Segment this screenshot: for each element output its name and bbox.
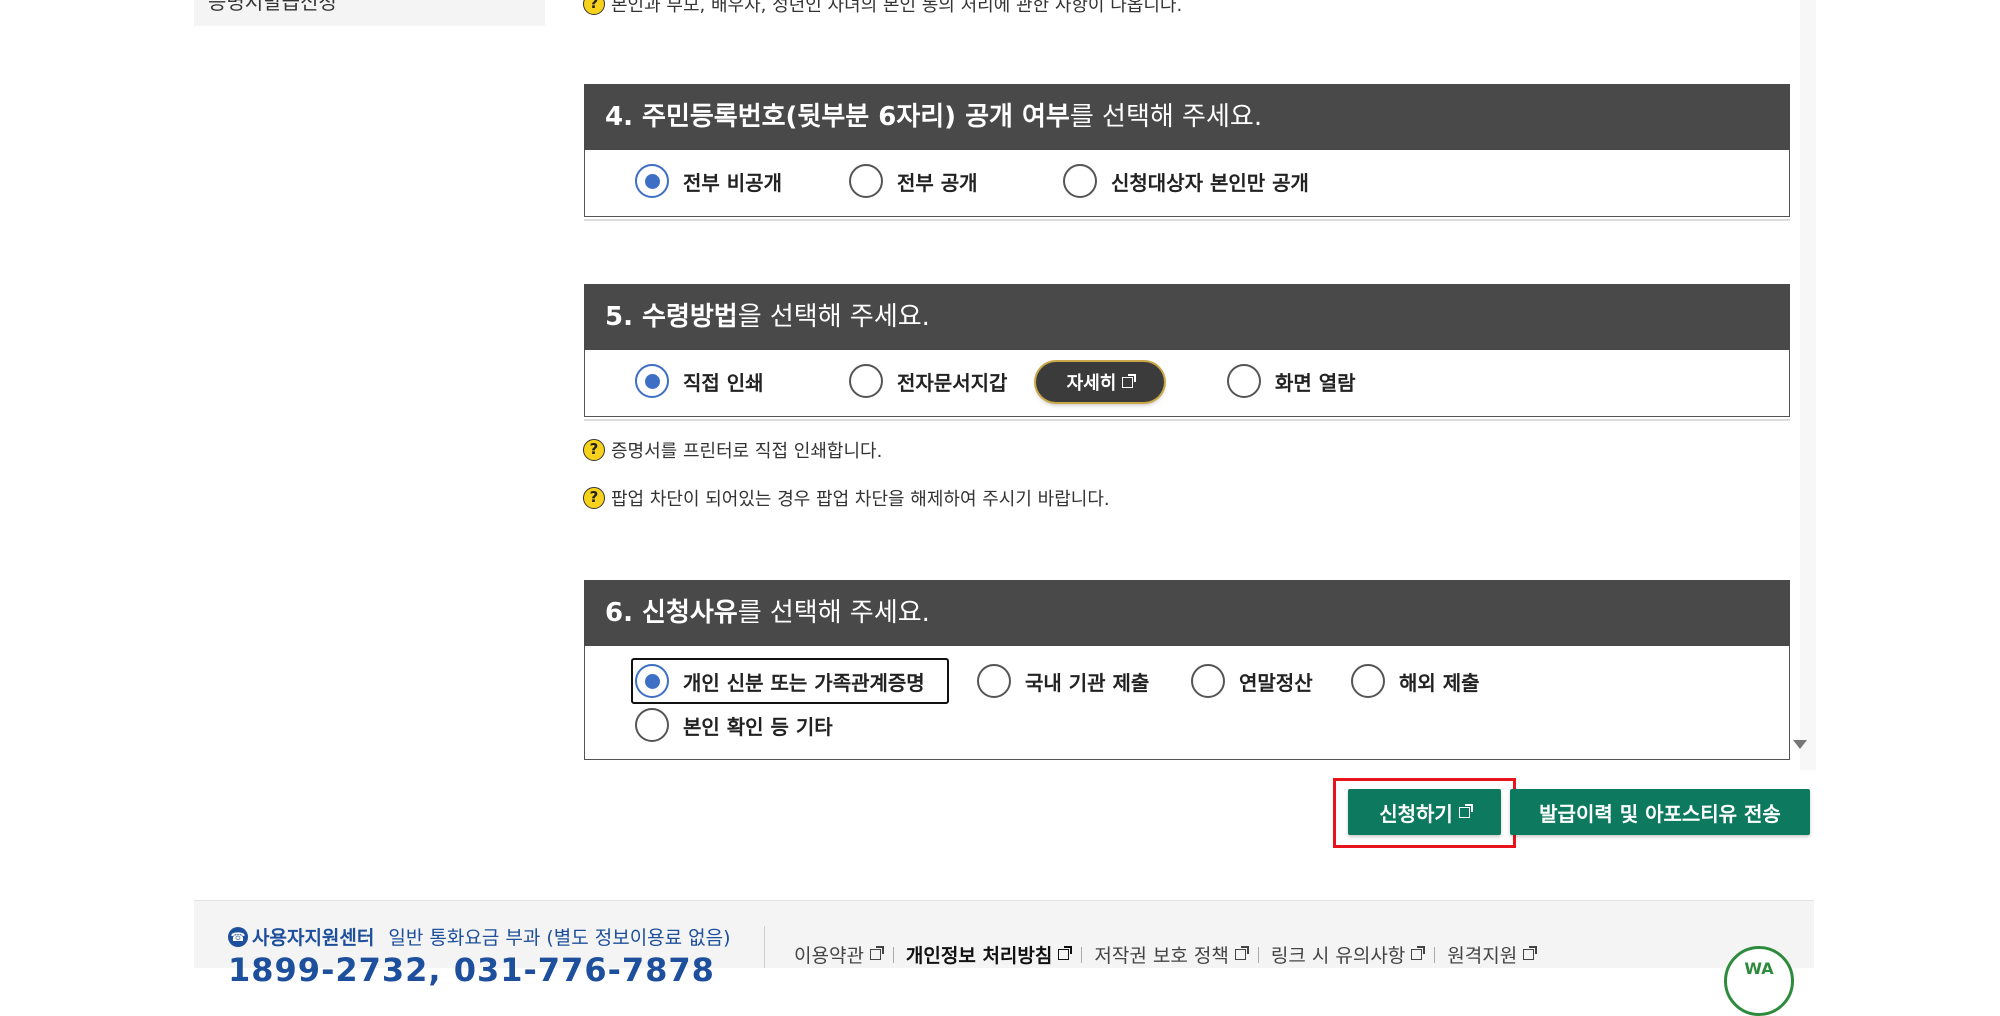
external-link-icon — [1523, 946, 1538, 960]
divider — [764, 926, 765, 968]
issuance-history-button[interactable]: 발급이력 및 아포스티유 전송 — [1510, 789, 1810, 835]
radio-e-wallet[interactable]: 전자문서지갑 — [849, 364, 1007, 398]
radio-domestic-submission[interactable]: 국내 기관 제출 — [977, 664, 1149, 698]
apply-button[interactable]: 신청하기 — [1348, 789, 1501, 835]
link-notice-link[interactable]: 링크 시 유의사항 — [1271, 941, 1426, 968]
external-link-icon — [1122, 373, 1137, 388]
copyright-policy-link[interactable]: 저작권 보호 정책 — [1094, 941, 1249, 968]
help-note: ? 팝업 차단이 되어있는 경우 팝업 차단을 해제하여 주시기 바랍니다. — [583, 485, 1110, 511]
remote-support-link[interactable]: 원격지원 — [1447, 941, 1538, 968]
support-phone-number: 1899-2732, 031-776-7878 — [228, 951, 715, 989]
radio-personal-identity[interactable]: 개인 신분 또는 가족관계증명 — [635, 664, 925, 698]
footer-links: 이용약관 개인정보 처리방침 저작권 보호 정책 링크 시 유의사항 원격지원 — [794, 941, 1538, 968]
section-resident-number-disclosure: 4. 주민등록번호(뒷부분 6자리) 공개 여부를 선택해 주세요. 전부 비공… — [584, 84, 1790, 221]
help-note-top: ? 본인과 부모, 배우자, 성년인 자녀의 본인 동의 처리에 관한 사항이 … — [583, 0, 1182, 16]
section-title: 4. 주민등록번호(뒷부분 6자리) 공개 여부를 선택해 주세요. — [584, 84, 1790, 150]
options-box: 전부 비공개 전부 공개 신청대상자 본인만 공개 — [584, 150, 1790, 217]
details-button[interactable]: 자세히 — [1036, 362, 1164, 402]
section-title: 6. 신청사유를 선택해 주세요. — [584, 580, 1790, 646]
terms-link[interactable]: 이용약관 — [794, 941, 884, 968]
radio-all-public[interactable]: 전부 공개 — [849, 164, 978, 198]
privacy-policy-link[interactable]: 개인정보 처리방침 — [906, 941, 1073, 968]
external-link-icon — [1058, 946, 1073, 960]
radio-year-end-tax[interactable]: 연말정산 — [1191, 664, 1313, 698]
section-receipt-method: 5. 수령방법을 선택해 주세요. 직접 인쇄 전자문서지갑 화면 열람 — [584, 284, 1790, 421]
options-box: 개인 신분 또는 가족관계증명 국내 기관 제출 연말정산 해외 제출 본인 확… — [584, 646, 1790, 760]
phone-icon: ☎ — [228, 926, 248, 947]
radio-identity-check-other[interactable]: 본인 확인 등 기타 — [635, 708, 833, 742]
section-application-reason: 6. 신청사유를 선택해 주세요. 개인 신분 또는 가족관계증명 국내 기관 … — [584, 580, 1790, 760]
radio-checked-icon — [635, 164, 669, 198]
external-link-icon — [1234, 946, 1249, 960]
radio-unchecked-icon — [1351, 664, 1385, 698]
scrollbar-track[interactable] — [1800, 0, 1816, 770]
radio-unchecked-icon — [849, 364, 883, 398]
help-note: ? 증명서를 프린터로 직접 인쇄합니다. — [583, 437, 882, 463]
radio-unchecked-icon — [849, 164, 883, 198]
radio-unchecked-icon — [635, 708, 669, 742]
radio-checked-icon — [635, 664, 669, 698]
external-link-icon — [1458, 803, 1473, 818]
sidebar-item-label: 증명서발급신청 — [208, 0, 337, 14]
section-title: 5. 수령방법을 선택해 주세요. — [584, 284, 1790, 350]
support-center: ☎ 사용자지원센터 일반 통화요금 부과 (별도 정보이용료 없음) — [228, 923, 731, 950]
radio-direct-print[interactable]: 직접 인쇄 — [635, 364, 764, 398]
radio-screen-view[interactable]: 화면 열람 — [1227, 364, 1356, 398]
radio-checked-icon — [635, 364, 669, 398]
web-accessibility-badge: WA — [1724, 946, 1794, 1016]
divider — [584, 219, 1790, 221]
divider — [584, 419, 1790, 421]
radio-unchecked-icon — [1191, 664, 1225, 698]
footer: ☎ 사용자지원센터 일반 통화요금 부과 (별도 정보이용료 없음) 1899-… — [194, 900, 1814, 1016]
options-box: 직접 인쇄 전자문서지갑 화면 열람 — [584, 350, 1790, 417]
question-icon: ? — [583, 439, 605, 461]
scroll-down-arrow-icon[interactable] — [1793, 740, 1807, 749]
radio-unchecked-icon — [977, 664, 1011, 698]
radio-all-private[interactable]: 전부 비공개 — [635, 164, 782, 198]
question-icon: ? — [583, 0, 605, 15]
radio-self-only-public[interactable]: 신청대상자 본인만 공개 — [1063, 164, 1309, 198]
radio-unchecked-icon — [1227, 364, 1261, 398]
radio-unchecked-icon — [1063, 164, 1097, 198]
question-icon: ? — [583, 487, 605, 509]
sidebar-menu-item[interactable]: 증명서발급신청 — [194, 0, 545, 26]
external-link-icon — [1411, 946, 1426, 960]
external-link-icon — [869, 946, 884, 960]
radio-overseas-submission[interactable]: 해외 제출 — [1351, 664, 1480, 698]
